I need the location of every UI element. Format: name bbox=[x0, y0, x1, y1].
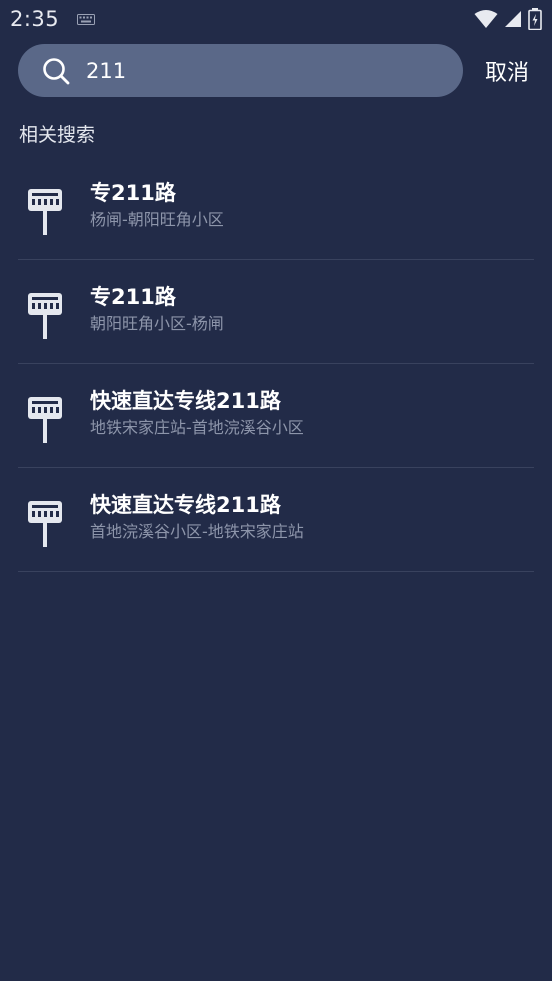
result-subtitle: 首地浣溪谷小区-地铁宋家庄站 bbox=[90, 521, 304, 541]
section-title: 相关搜索 bbox=[19, 124, 96, 146]
list-item[interactable]: 专211路 朝阳旺角小区-杨闸 bbox=[18, 260, 534, 364]
result-subtitle: 地铁宋家庄站-首地浣溪谷小区 bbox=[90, 417, 304, 437]
bus-stop-icon bbox=[28, 396, 62, 443]
list-item[interactable]: 快速直达专线211路 地铁宋家庄站-首地浣溪谷小区 bbox=[18, 364, 534, 468]
result-text: 快速直达专线211路 首地浣溪谷小区-地铁宋家庄站 bbox=[90, 491, 304, 543]
result-title: 专211路 bbox=[90, 180, 176, 205]
status-left: 2:35 bbox=[10, 7, 96, 31]
result-title: 专211路 bbox=[90, 284, 176, 309]
result-subtitle: 朝阳旺角小区-杨闸 bbox=[90, 313, 224, 333]
status-bar: 2:35 bbox=[0, 0, 552, 38]
bus-stop-icon bbox=[28, 500, 62, 547]
result-text: 专211路 朝阳旺角小区-杨闸 bbox=[90, 283, 224, 335]
search-row: 取消 bbox=[18, 44, 538, 97]
result-title: 快速直达专线211路 bbox=[90, 388, 281, 413]
battery-icon bbox=[528, 8, 542, 30]
search-icon bbox=[43, 57, 70, 84]
signal-icon bbox=[505, 11, 521, 27]
bus-stop-icon bbox=[28, 292, 62, 339]
status-time: 2:35 bbox=[10, 7, 60, 31]
result-title: 快速直达专线211路 bbox=[90, 492, 281, 517]
screen: 2:35 211 取消 相关搜索 专211路 杨闸-朝阳旺角小区 专211路 朝… bbox=[0, 0, 552, 981]
bus-stop-icon bbox=[28, 188, 62, 235]
result-subtitle: 杨闸-朝阳旺角小区 bbox=[90, 209, 224, 229]
cancel-button[interactable]: 取消 bbox=[485, 55, 529, 87]
search-input[interactable] bbox=[86, 50, 406, 91]
wifi-icon bbox=[474, 10, 498, 28]
result-text: 专211路 杨闸-朝阳旺角小区 bbox=[90, 179, 224, 231]
status-right bbox=[474, 8, 542, 30]
list-item[interactable]: 专211路 杨闸-朝阳旺角小区 bbox=[18, 156, 534, 260]
list-item[interactable]: 快速直达专线211路 首地浣溪谷小区-地铁宋家庄站 bbox=[18, 468, 534, 572]
keyboard-icon bbox=[77, 13, 96, 25]
results-list: 专211路 杨闸-朝阳旺角小区 专211路 朝阳旺角小区-杨闸 快速直达专线21… bbox=[18, 156, 534, 572]
result-text: 快速直达专线211路 地铁宋家庄站-首地浣溪谷小区 bbox=[90, 387, 304, 439]
search-box[interactable] bbox=[18, 44, 463, 97]
